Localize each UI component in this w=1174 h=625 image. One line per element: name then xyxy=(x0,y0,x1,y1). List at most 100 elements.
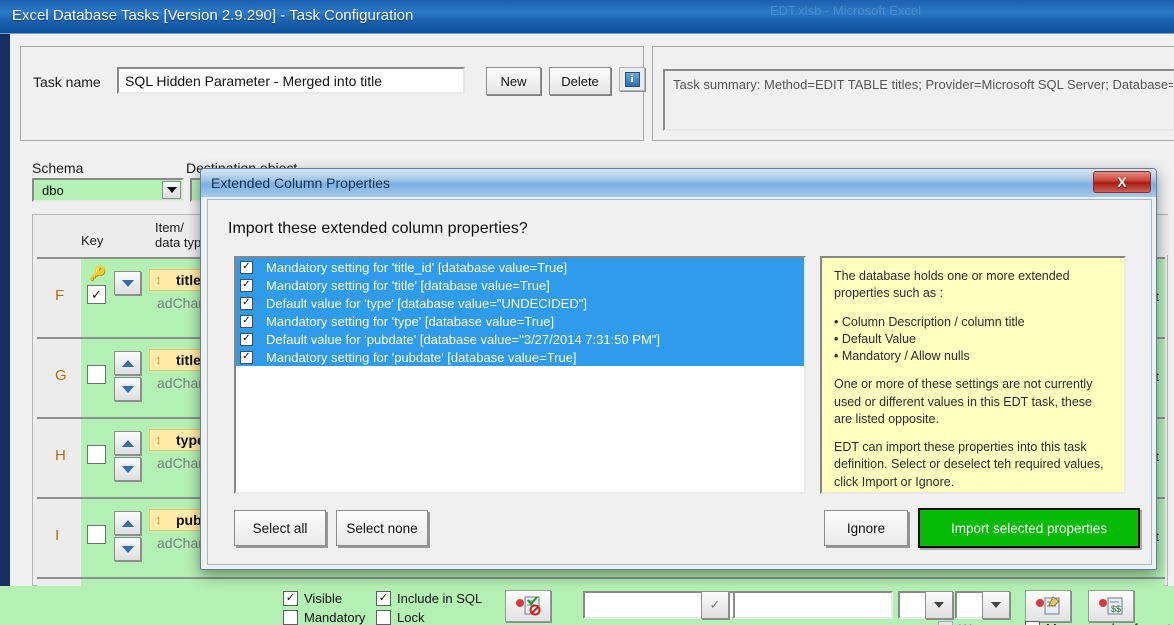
select-all-button[interactable]: Select all xyxy=(234,510,326,546)
key-checkbox[interactable]: ✓ xyxy=(87,285,106,304)
checkbox-box[interactable] xyxy=(1025,621,1040,625)
list-item[interactable]: ✓ Mandatory setting for 'title' [database… xyxy=(236,276,804,294)
move-down-button[interactable] xyxy=(114,377,141,401)
app-titlebar: Excel Database Tasks [Version 2.9.290] -… xyxy=(0,0,1174,34)
move-up-button[interactable] xyxy=(114,351,141,375)
checkbox-include-in-sql[interactable]: ✓ Include in SQL xyxy=(376,591,482,606)
extra-dropdown-b[interactable] xyxy=(982,591,1010,619)
list-item[interactable]: ✓ Default value for 'type' [database valu… xyxy=(236,294,804,312)
key-checkbox[interactable] xyxy=(87,445,106,464)
chevron-down-icon[interactable] xyxy=(162,181,181,199)
list-item-checkbox[interactable]: ✓ xyxy=(240,350,253,364)
help-bullet: Column Description / column title xyxy=(834,314,1112,331)
help-bullet: Default Value xyxy=(834,331,1112,348)
checkbox-lock[interactable]: Lock xyxy=(376,610,424,625)
help-intro: The database holds one or more extended … xyxy=(834,269,1070,301)
dialog-title: Extended Column Properties xyxy=(211,175,390,191)
format-field[interactable] xyxy=(733,591,893,619)
checkbox-label: Lock xyxy=(397,610,425,625)
checkbox-visible[interactable]: ✓ Visible xyxy=(283,591,342,606)
move-down-button[interactable] xyxy=(114,271,141,295)
checkbox-label: Mandatory xyxy=(304,610,366,625)
sort-icon: ↕ xyxy=(155,352,162,367)
checkbox-box[interactable]: ✓ xyxy=(283,591,298,606)
row-move-buttons[interactable] xyxy=(114,271,141,321)
list-item[interactable]: ✓ Mandatory setting for 'type' [database … xyxy=(236,312,804,330)
key-checkbox[interactable] xyxy=(87,365,106,384)
schema-dropdown[interactable]: dbo xyxy=(32,178,184,202)
dialog-body: Import these extended column properties?… xyxy=(207,199,1152,565)
column-description-button[interactable] xyxy=(1025,590,1071,622)
sort-icon: ↕ xyxy=(155,272,162,287)
help-bullets: Column Description / column titleDefault… xyxy=(834,314,1112,366)
row-move-buttons[interactable] xyxy=(114,511,141,561)
schema-value: dbo xyxy=(42,182,64,198)
properties-listbox[interactable]: ✓ Mandatory setting for 'title_id' [datab… xyxy=(234,256,806,494)
list-item-checkbox[interactable]: ✓ xyxy=(240,314,253,328)
list-item-label: Default value for 'pubdate' [database va… xyxy=(266,331,660,347)
task-name-panel: Task name New Delete i xyxy=(20,46,645,141)
move-down-button[interactable] xyxy=(114,457,141,481)
task-name-input[interactable] xyxy=(117,67,465,94)
description-icon xyxy=(1036,596,1060,615)
list-item-label: Default value for 'type' [database value… xyxy=(266,295,587,311)
checkbox-box[interactable]: ✓ xyxy=(376,591,391,606)
number-format-icon: $$ xyxy=(1099,597,1123,615)
list-item-label: Mandatory setting for 'title_id' [databa… xyxy=(266,259,568,275)
number-format-button[interactable]: $$ xyxy=(1088,590,1134,622)
extended-column-properties-dialog: Extended Column Properties X Import thes… xyxy=(200,168,1157,570)
checkbox-box[interactable] xyxy=(938,621,953,625)
list-item-label: Mandatory setting for 'type' [database v… xyxy=(266,313,555,329)
select-none-button[interactable]: Select none xyxy=(336,510,428,546)
background-window-title: EDT.xlsb - Microsoft Excel xyxy=(770,3,921,18)
dialog-question: Import these extended column properties? xyxy=(228,220,528,237)
sort-icon: ↕ xyxy=(155,512,162,527)
new-button[interactable]: New xyxy=(486,67,541,95)
checkbox-merge-number-format[interactable]: Merge number format xyxy=(1025,621,1171,625)
checkbox-box[interactable] xyxy=(283,610,298,625)
list-item-checkbox[interactable]: ✓ xyxy=(240,278,253,292)
checkbox-label: Visible xyxy=(304,591,343,606)
key-icon: 🔑 xyxy=(89,265,107,281)
help-paragraph-3: EDT can import these properties into thi… xyxy=(834,440,1104,489)
close-icon[interactable]: X xyxy=(1093,171,1151,193)
list-item-label: Mandatory setting for 'pubdate' [databas… xyxy=(266,349,577,365)
move-up-button[interactable] xyxy=(114,511,141,535)
list-item[interactable]: ✓ Mandatory setting for 'pubdate' [databa… xyxy=(236,348,804,366)
pick-value-button[interactable]: ✓ xyxy=(701,591,729,619)
row-move-buttons[interactable] xyxy=(114,431,141,481)
info-icon: i xyxy=(624,71,640,87)
task-summary-panel: Task summary: Method=EDIT TABLE titles; … xyxy=(652,46,1174,141)
svg-text:$$: $$ xyxy=(1111,604,1121,614)
list-item-label: Mandatory setting for 'title' [database … xyxy=(266,277,550,293)
checkbox-mandatory[interactable]: Mandatory xyxy=(283,610,365,625)
move-down-button[interactable] xyxy=(114,537,141,561)
extra-dropdown-a[interactable] xyxy=(925,591,953,619)
list-item-checkbox[interactable]: ✓ xyxy=(240,296,253,310)
info-button[interactable]: i xyxy=(619,67,645,91)
delete-button[interactable]: Delete xyxy=(549,67,611,95)
validation-rules-button[interactable] xyxy=(505,590,551,622)
list-item-checkbox[interactable]: ✓ xyxy=(240,260,253,274)
check-icon: ✓ xyxy=(709,597,721,612)
row-letter: I xyxy=(55,527,60,544)
task-summary-text: Task summary: Method=EDIT TABLE titles; … xyxy=(663,69,1174,131)
checkbox-label: Merge number format xyxy=(1046,621,1171,625)
help-paragraph-2: One or more of these settings are not cu… xyxy=(834,377,1093,426)
list-item[interactable]: ✓ Mandatory setting for 'title_id' [datab… xyxy=(236,258,804,276)
move-up-button[interactable] xyxy=(114,431,141,455)
row-move-buttons[interactable] xyxy=(114,351,141,401)
row-letter: F xyxy=(55,287,65,304)
left-edge-strip xyxy=(0,34,10,625)
checkbox-box[interactable] xyxy=(376,610,391,625)
import-selected-properties-button[interactable]: Import selected properties xyxy=(918,508,1140,548)
checkbox-wrap[interactable]: Wrap xyxy=(938,621,990,625)
key-checkbox[interactable] xyxy=(87,525,106,544)
validation-icon xyxy=(516,596,541,616)
list-item[interactable]: ✓ Default value for 'pubdate' [database v… xyxy=(236,330,804,348)
help-panel: The database holds one or more extended … xyxy=(820,256,1126,494)
task-name-label: Task name xyxy=(33,74,101,90)
list-item-checkbox[interactable]: ✓ xyxy=(240,332,253,346)
grid-header-item-line1: Item/ xyxy=(155,220,184,235)
ignore-button[interactable]: Ignore xyxy=(824,510,908,546)
